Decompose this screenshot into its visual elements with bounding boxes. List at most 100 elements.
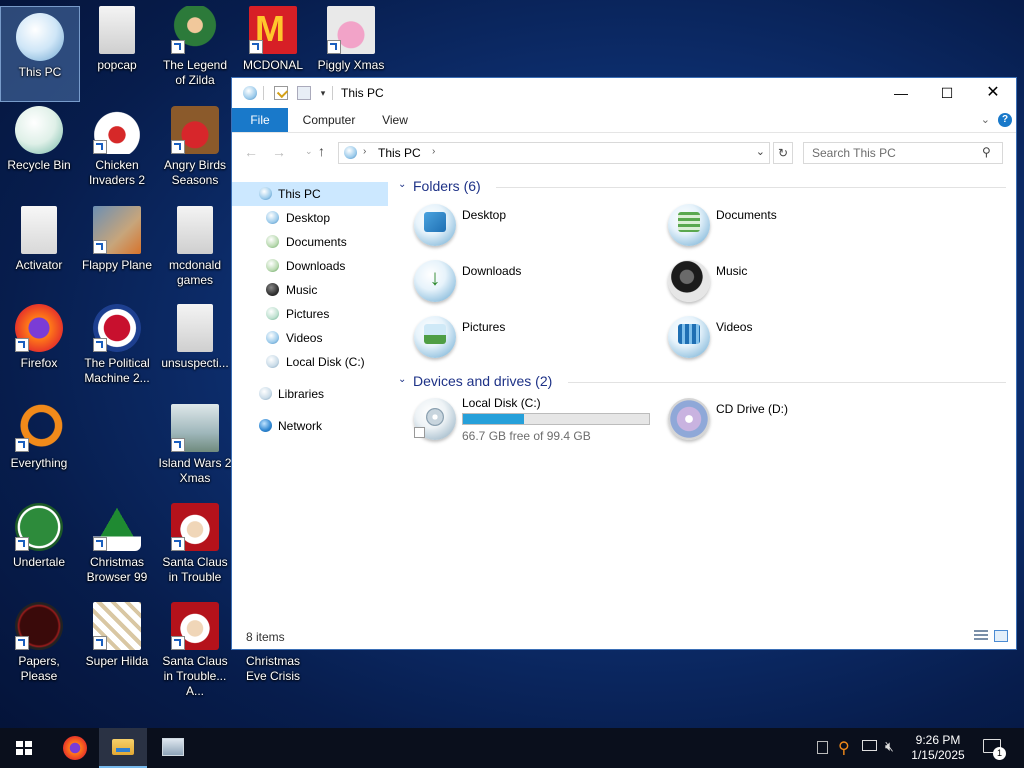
- close-button[interactable]: ✕: [970, 78, 1016, 108]
- address-bar[interactable]: › This PC › ⌄: [338, 142, 770, 164]
- collapse-chevron-icon[interactable]: ⌄: [398, 179, 406, 190]
- clock-time: 9:26 PM: [915, 733, 961, 747]
- desktop-icon-santa-claus-in-trouble[interactable]: Santa Claus in Trouble: [156, 497, 234, 591]
- nav-item-this-pc[interactable]: This PC: [232, 182, 388, 206]
- taskbar-firefox[interactable]: [50, 728, 98, 768]
- clock[interactable]: 9:26 PM 1/15/2025: [905, 733, 971, 763]
- desktop-icon-flappy-plane[interactable]: Flappy Plane: [78, 200, 156, 294]
- forward-arrow-icon[interactable]: →: [272, 144, 286, 160]
- firefox-icon: [63, 736, 87, 760]
- nav-item-desktop[interactable]: Desktop: [232, 206, 388, 230]
- minimize-button[interactable]: ―: [878, 78, 924, 108]
- details-view-icon[interactable]: [974, 630, 988, 642]
- nav-item-downloads[interactable]: Downloads: [232, 254, 388, 278]
- nav-item-local-disk[interactable]: Local Disk (C:): [232, 350, 388, 374]
- desktop-icon-christmas-browser-99[interactable]: Christmas Browser 99: [78, 497, 156, 591]
- disk-usage-fill: [463, 414, 525, 424]
- folder-tile-downloads[interactable]: ↓ Downloads: [410, 258, 660, 310]
- breadcrumb-this-pc[interactable]: This PC: [378, 146, 421, 160]
- flappy-plane-icon: [93, 206, 141, 254]
- folder-tile-videos[interactable]: Videos: [664, 314, 914, 366]
- drive-tile-cd-drive[interactable]: CD Drive (D:): [664, 396, 914, 448]
- music-folder-icon: [668, 260, 710, 302]
- desktop-icon-recycle-bin[interactable]: Recycle Bin: [0, 100, 78, 194]
- desktop-icon-island-wars-2[interactable]: Island Wars 2 Xmas: [156, 398, 234, 492]
- new-folder-icon[interactable]: [297, 86, 311, 100]
- tray-app-icon[interactable]: [817, 741, 828, 754]
- desktop-icon-mcdonal[interactable]: M MCDONAL: [234, 0, 312, 76]
- downloads-icon: [266, 259, 279, 272]
- desktop-icon-firefox[interactable]: Firefox: [0, 298, 78, 392]
- this-pc-small-icon: [243, 86, 257, 100]
- nav-item-pictures[interactable]: Pictures: [232, 302, 388, 326]
- desktop-icon-undertale[interactable]: Undertale: [0, 497, 78, 591]
- devices-group-header[interactable]: Devices and drives (2): [413, 373, 552, 389]
- taskbar-file-explorer[interactable]: [99, 728, 147, 768]
- shortcut-arrow-icon: [327, 40, 341, 54]
- help-icon[interactable]: ?: [998, 113, 1012, 127]
- desktop-icon-mcdonald-games[interactable]: mcdonald games: [156, 200, 234, 294]
- folders-group-header[interactable]: Folders (6): [413, 178, 481, 194]
- start-button[interactable]: [0, 728, 48, 768]
- folder-tile-pictures[interactable]: Pictures: [410, 314, 660, 366]
- desktop-icon-legend-of-zilda[interactable]: The Legend of Zilda: [156, 0, 234, 94]
- mcdonalds-icon: M: [249, 6, 297, 54]
- folder-tile-desktop[interactable]: Desktop: [410, 202, 660, 254]
- folder-tile-documents[interactable]: Documents: [664, 202, 914, 254]
- up-arrow-icon[interactable]: ↑: [318, 143, 325, 159]
- shortcut-arrow-icon: [171, 636, 185, 650]
- this-pc-icon: [16, 13, 64, 61]
- expand-ribbon-icon[interactable]: ⌄: [981, 113, 990, 126]
- desktop-icon-piggly-xmas[interactable]: Piggly Xmas: [312, 0, 390, 76]
- desktop-icon-super-hilda[interactable]: Super Hilda: [78, 596, 156, 690]
- folder-tile-music[interactable]: Music: [664, 258, 914, 310]
- tab-view[interactable]: View: [372, 108, 418, 132]
- downloads-folder-icon: ↓: [414, 260, 456, 302]
- nav-item-documents[interactable]: Documents: [232, 230, 388, 254]
- refresh-icon[interactable]: ↻: [773, 142, 793, 164]
- recent-locations-icon[interactable]: ⌄: [305, 146, 313, 157]
- nav-item-network[interactable]: Network: [232, 414, 388, 438]
- political-machine-icon: [93, 304, 141, 352]
- large-icons-view-icon[interactable]: [994, 630, 1008, 642]
- shortcut-arrow-icon: [93, 537, 107, 551]
- collapse-chevron-icon[interactable]: ⌄: [398, 374, 406, 385]
- maximize-button[interactable]: ☐: [924, 78, 970, 108]
- drive-tile-local-disk[interactable]: Local Disk (C:) 66.7 GB free of 99.4 GB: [410, 396, 660, 448]
- everything-tray-icon[interactable]: ⚲: [838, 738, 850, 758]
- nav-item-libraries[interactable]: Libraries: [232, 382, 388, 406]
- desktop-icon-chicken-invaders-2[interactable]: Chicken Invaders 2: [78, 100, 156, 194]
- nav-item-videos[interactable]: Videos: [232, 326, 388, 350]
- breadcrumb-chevron-icon[interactable]: ›: [363, 146, 366, 157]
- local-disk-icon: [266, 355, 279, 368]
- volume-muted-icon[interactable]: 🔇︎: [885, 738, 894, 755]
- back-arrow-icon[interactable]: ←: [244, 144, 258, 160]
- desktop-icon-everything[interactable]: Everything: [0, 398, 78, 492]
- tab-computer[interactable]: Computer: [294, 108, 364, 132]
- divider: [496, 187, 1006, 188]
- breadcrumb-chevron-icon[interactable]: ›: [432, 146, 435, 157]
- desktop-icon-unsuspecti[interactable]: unsuspecti...: [156, 298, 234, 392]
- network-tray-icon[interactable]: [862, 740, 877, 751]
- address-dropdown-icon[interactable]: ⌄: [756, 145, 765, 158]
- address-bar-row: ← → ⌄ ↑ › This PC › ⌄ ↻ Search This PC ⚲: [232, 133, 1016, 171]
- properties-icon[interactable]: [274, 86, 289, 100]
- desktop-icon-activator[interactable]: Activator: [0, 200, 78, 294]
- folder-icon: [177, 304, 213, 352]
- desktop-icon-papers-please[interactable]: Papers, Please: [0, 596, 78, 690]
- divider: [332, 86, 333, 100]
- tab-file[interactable]: File: [232, 108, 288, 132]
- customize-quick-access-icon[interactable]: ▾: [318, 86, 328, 100]
- desktop-icon-angry-birds-seasons[interactable]: Angry Birds Seasons: [156, 100, 234, 194]
- documents-icon: [266, 235, 279, 248]
- title-bar[interactable]: ▾ This PC ― ☐ ✕: [232, 78, 1016, 108]
- desktop-icon-this-pc[interactable]: This PC: [0, 6, 80, 102]
- search-input[interactable]: Search This PC: [803, 142, 1003, 164]
- taskbar-network-app[interactable]: [149, 728, 197, 768]
- shortcut-arrow-icon: [93, 636, 107, 650]
- nav-item-music[interactable]: Music: [232, 278, 388, 302]
- desktop-icon-political-machine[interactable]: The Political Machine 2...: [78, 298, 156, 392]
- desktop-icon-santa-claus-in-trouble-again[interactable]: Santa Claus in Trouble... A...: [156, 596, 234, 698]
- shortcut-arrow-icon: [15, 636, 29, 650]
- desktop-icon-popcap[interactable]: popcap: [78, 0, 156, 94]
